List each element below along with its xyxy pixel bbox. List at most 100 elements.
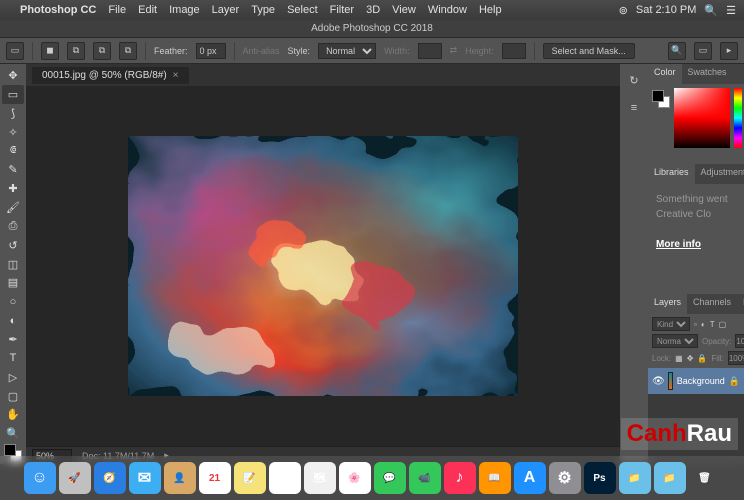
menu-file[interactable]: File bbox=[108, 4, 126, 16]
subtract-selection-icon[interactable]: ⧉ bbox=[93, 42, 111, 60]
add-selection-icon[interactable]: ⧉ bbox=[67, 42, 85, 60]
style-select[interactable]: Normal bbox=[318, 43, 376, 59]
color-spectrum[interactable] bbox=[674, 88, 730, 148]
hue-slider[interactable] bbox=[734, 88, 742, 148]
dock-photos-icon[interactable]: 🌸 bbox=[339, 462, 371, 494]
swatches-tab[interactable]: Swatches bbox=[682, 64, 733, 84]
eyedropper-tool[interactable]: ✎ bbox=[2, 160, 24, 179]
shape-tool[interactable]: ▢ bbox=[2, 387, 24, 406]
menu-3d[interactable]: 3D bbox=[366, 4, 380, 16]
path-tool[interactable]: ▷ bbox=[2, 368, 24, 387]
layers-panel: Kind ▫ ◐ T ▢ Normal Opacity: Lock: ▦ ✥ 🔒… bbox=[648, 314, 744, 464]
menu-view[interactable]: View bbox=[392, 4, 416, 16]
opacity-input[interactable] bbox=[735, 334, 744, 348]
search-icon[interactable]: 🔍 bbox=[668, 42, 686, 60]
tool-preset-icon[interactable]: ▭ bbox=[6, 42, 24, 60]
canvas-viewport[interactable] bbox=[26, 86, 620, 446]
new-selection-icon[interactable]: ◼ bbox=[41, 42, 59, 60]
menu-window[interactable]: Window bbox=[428, 4, 467, 16]
color-tab[interactable]: Color bbox=[648, 64, 682, 84]
workspace-icon[interactable]: ▭ bbox=[694, 42, 712, 60]
workspace-menu-icon[interactable]: ▸ bbox=[720, 42, 738, 60]
document-canvas[interactable] bbox=[128, 136, 518, 396]
properties-panel-icon[interactable]: ≡ bbox=[624, 98, 644, 118]
app-menu[interactable]: Photoshop CC bbox=[20, 4, 96, 16]
dock-ibooks-icon[interactable]: 📖 bbox=[479, 462, 511, 494]
menu-image[interactable]: Image bbox=[169, 4, 200, 16]
marquee-tool[interactable]: ▭ bbox=[2, 85, 24, 104]
filter-shape-icon[interactable]: ▢ bbox=[719, 320, 727, 329]
dock-maps-icon[interactable]: 🗺 bbox=[304, 462, 336, 494]
filter-pixel-icon[interactable]: ▫ bbox=[694, 320, 697, 329]
wifi-icon[interactable]: ⊚ bbox=[619, 4, 628, 17]
menu-type[interactable]: Type bbox=[251, 4, 275, 16]
crop-tool[interactable]: ⟃ bbox=[2, 141, 24, 160]
dodge-tool[interactable]: ◐ bbox=[2, 311, 24, 330]
dock-safari-icon[interactable]: 🧭 bbox=[94, 462, 126, 494]
menu-filter[interactable]: Filter bbox=[330, 4, 354, 16]
dock-preferences-icon[interactable]: ⚙ bbox=[549, 462, 581, 494]
paths-tab[interactable]: Paths bbox=[737, 294, 744, 314]
dock-notes-icon[interactable]: 📝 bbox=[234, 462, 266, 494]
eraser-tool[interactable]: ◫ bbox=[2, 255, 24, 274]
brush-tool[interactable]: 🖌 bbox=[2, 198, 24, 217]
dock-launchpad-icon[interactable]: 🚀 bbox=[59, 462, 91, 494]
menu-layer[interactable]: Layer bbox=[212, 4, 240, 16]
channels-tab[interactable]: Channels bbox=[687, 294, 737, 314]
lock-pixels-icon[interactable]: ▦ bbox=[675, 354, 683, 363]
layer-thumbnail[interactable] bbox=[668, 372, 673, 390]
clock[interactable]: Sat 2:10 PM bbox=[636, 4, 697, 16]
feather-input[interactable] bbox=[196, 43, 226, 59]
dock-reminders-icon[interactable]: ☑ bbox=[269, 462, 301, 494]
lock-position-icon[interactable]: ✥ bbox=[687, 354, 694, 363]
antialias-checkbox[interactable]: Anti-alias bbox=[243, 46, 280, 56]
dock-itunes-icon[interactable]: ♪ bbox=[444, 462, 476, 494]
gradient-tool[interactable]: ▤ bbox=[2, 273, 24, 292]
dock-contacts-icon[interactable]: 👤 bbox=[164, 462, 196, 494]
wand-tool[interactable]: ✧ bbox=[2, 123, 24, 142]
pen-tool[interactable]: ✒ bbox=[2, 330, 24, 349]
layer-item[interactable]: 👁 Background 🔒 bbox=[648, 368, 744, 394]
blur-tool[interactable]: ○ bbox=[2, 292, 24, 311]
document-tab[interactable]: 00015.jpg @ 50% (RGB/8#) × bbox=[32, 67, 189, 84]
close-tab-icon[interactable]: × bbox=[173, 70, 179, 81]
spotlight-icon[interactable]: 🔍 bbox=[704, 4, 718, 17]
blend-mode-select[interactable]: Normal bbox=[652, 334, 698, 348]
lock-all-icon[interactable]: 🔒 bbox=[697, 354, 707, 363]
fill-input[interactable] bbox=[728, 351, 744, 365]
layer-visibility-icon[interactable]: 👁 bbox=[652, 376, 664, 387]
zoom-tool[interactable]: 🔍 bbox=[2, 424, 24, 443]
move-tool[interactable]: ✥ bbox=[2, 66, 24, 85]
dock-finder-icon[interactable]: ☺ bbox=[24, 462, 56, 494]
dock-mail-icon[interactable]: ✉ bbox=[129, 462, 161, 494]
adjustments-tab[interactable]: Adjustments bbox=[695, 164, 744, 184]
hand-tool[interactable]: ✋ bbox=[2, 405, 24, 424]
history-panel-icon[interactable]: ↻ bbox=[624, 70, 644, 90]
filter-adj-icon[interactable]: ◐ bbox=[701, 320, 706, 329]
type-tool[interactable]: T bbox=[2, 349, 24, 368]
dock-messages-icon[interactable]: 💬 bbox=[374, 462, 406, 494]
filter-type-icon[interactable]: T bbox=[710, 320, 715, 329]
dock-facetime-icon[interactable]: 📹 bbox=[409, 462, 441, 494]
dock-folder1-icon[interactable]: 📁 bbox=[619, 462, 651, 494]
lasso-tool[interactable]: ⟆ bbox=[2, 104, 24, 123]
dock-appstore-icon[interactable]: A bbox=[514, 462, 546, 494]
layers-tab[interactable]: Layers bbox=[648, 294, 687, 314]
menu-select[interactable]: Select bbox=[287, 4, 318, 16]
stamp-tool[interactable]: ⎙ bbox=[2, 217, 24, 236]
menu-edit[interactable]: Edit bbox=[138, 4, 157, 16]
color-swatch[interactable] bbox=[652, 90, 670, 108]
menu-help[interactable]: Help bbox=[479, 4, 502, 16]
more-info-link[interactable]: More info bbox=[656, 239, 701, 250]
dock-trash-icon[interactable]: 🗑 bbox=[689, 462, 721, 494]
select-and-mask-button[interactable]: Select and Mask... bbox=[543, 43, 635, 59]
dock-calendar-icon[interactable]: 21 bbox=[199, 462, 231, 494]
libraries-tab[interactable]: Libraries bbox=[648, 164, 695, 184]
notification-center-icon[interactable]: ☰ bbox=[726, 4, 736, 17]
layer-filter-select[interactable]: Kind bbox=[652, 317, 690, 331]
intersect-selection-icon[interactable]: ⧉ bbox=[119, 42, 137, 60]
history-brush-tool[interactable]: ↺ bbox=[2, 236, 24, 255]
dock-folder2-icon[interactable]: 📁 bbox=[654, 462, 686, 494]
heal-tool[interactable]: ✚ bbox=[2, 179, 24, 198]
dock-photoshop-icon[interactable]: Ps bbox=[584, 462, 616, 494]
